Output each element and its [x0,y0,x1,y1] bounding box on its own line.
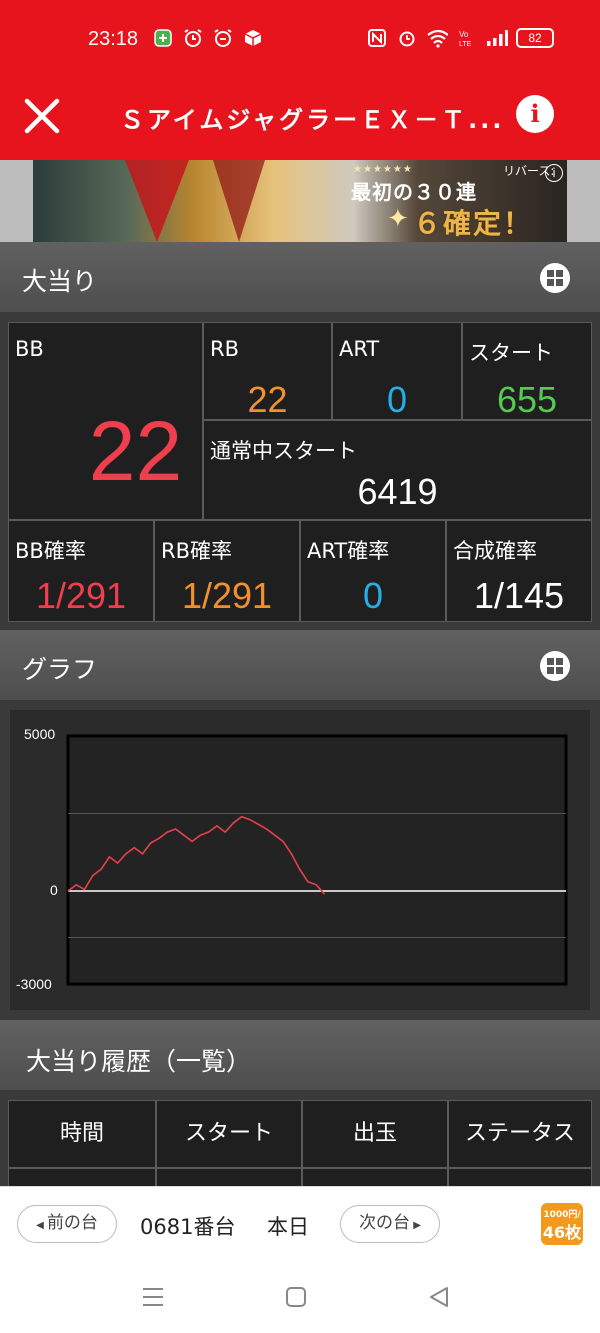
jackpot-header: 大当り [0,242,600,312]
next-machine-label: 次の台 [359,1213,411,1233]
art-prob-value: 0 [362,575,384,616]
combined-prob-label: 合成確率 [453,539,537,563]
graph-title: グラフ [22,655,98,684]
chevron-right-icon: ▶ [410,1220,421,1231]
nfc-icon [366,27,388,49]
rb-prob-value: 1/291 [181,575,273,616]
ad-banner[interactable]: ★★★★★★ リバース: i 最初の３０連 ✦ ６確定！ [33,160,567,242]
machine-number: 0681番台 [140,1215,236,1239]
rb-label: RB [210,337,239,361]
banner-decoration [213,160,265,242]
prev-machine-label: 前の台 [46,1213,98,1233]
grid-button[interactable] [540,263,570,293]
grid-icon [547,270,554,277]
normal-start-label: 通常中スタート [210,439,357,463]
start-count: 655 [496,379,558,420]
bb-cell: BB 22 [8,322,203,520]
art-label: ART [339,337,380,361]
sparkle-icon: ✦ [387,204,409,234]
system-icons: Vo LTE 82 [366,27,554,49]
home-icon[interactable] [285,1286,307,1308]
history-table: 時間 スタート 出玉 ステータス [0,1090,600,1198]
status-time: 23:18 [88,28,139,50]
bb-label: BB [15,337,44,361]
day-label: 本日 [267,1215,309,1239]
jackpot-title: 大当り [22,267,98,296]
rb-prob-cell: RB確率 1/291 [154,520,300,622]
banner-subline: ６確定！ [413,207,534,240]
history-header: 大当り履歴（一覧） [0,1020,600,1090]
normal-start-cell: 通常中スタート 6419 [203,420,592,520]
column-header-status[interactable]: ステータス [448,1100,592,1168]
graph-header: グラフ [0,630,600,700]
bb-prob-value: 1/291 [35,575,127,616]
battery-icon: 82 [516,28,554,48]
ad-banner-area: ★★★★★★ リバース: i 最初の３０連 ✦ ６確定！ [0,160,600,242]
bb-prob-label: BB確率 [15,539,86,563]
column-header-time[interactable]: 時間 [8,1100,156,1168]
normal-start-count: 6419 [357,471,438,512]
alarm-icon [212,27,234,49]
jackpot-stats: BB 22 RB 22 ART 0 スタート 655 通常中スタート 6419 … [0,312,600,630]
plot-frame [66,734,568,986]
app-bar: ＳアイムジャグラーＥＸ－Ｔ... i [0,80,600,160]
combined-prob-cell: 合成確率 1/145 [446,520,592,622]
info-icon: i [530,99,540,128]
history-title: 大当り履歴（一覧） [26,1047,252,1076]
ad-info-icon[interactable]: i [545,164,563,182]
start-cell: スタート 655 [462,322,592,420]
info-button[interactable]: i [516,95,554,133]
banner-decoration [125,160,189,242]
back-icon[interactable] [428,1286,450,1308]
menu-icon[interactable] [141,1286,165,1308]
art-prob-cell: ART確率 0 [300,520,446,622]
graph-panel: 5000 0 -3000 [10,710,590,1010]
close-button[interactable] [20,94,64,138]
grid-button[interactable] [540,651,570,681]
banner-headline: 最初の３０連 [351,180,477,204]
exchange-rate-badge[interactable]: 1000円/ 46枚 [541,1203,583,1245]
rb-count: 22 [247,379,288,420]
bb-prob-cell: BB確率 1/291 [8,520,154,622]
cube-icon [242,27,264,49]
svg-text:LTE: LTE [459,41,472,48]
start-label: スタート [469,341,553,365]
art-cell: ART 0 [332,322,462,420]
page-title: ＳアイムジャグラーＥＸ－Ｔ... [120,106,500,134]
rate-bottom: 46枚 [542,1223,582,1242]
art-prob-label: ART確率 [307,539,390,563]
system-navigation [0,1262,600,1333]
chevron-left-icon: ◀ [36,1220,47,1231]
notification-icons [152,27,264,49]
rb-cell: RB 22 [203,322,332,420]
signal-icon [486,27,508,49]
svg-text:Vo: Vo [459,30,469,39]
volte-icon: Vo LTE [456,27,478,49]
column-header-start[interactable]: スタート [156,1100,302,1168]
graph-area: 5000 0 -3000 [0,700,600,1020]
line-chart [66,734,568,986]
combined-prob-value: 1/145 [473,575,565,616]
wifi-icon [426,27,448,49]
grid-icon [547,658,554,665]
close-icon [24,98,60,134]
prev-machine-button[interactable]: ◀ 前の台 [17,1205,117,1243]
art-count: 0 [386,379,408,420]
banner-stars: ★★★★★★ [353,164,413,175]
alarm-icon [182,27,204,49]
machine-nav-bar: ◀ 前の台 0681番台 本日 次の台 ▶ 1000円/ 46枚 [0,1186,600,1262]
shield-icon [152,27,174,49]
alarm-icon [396,27,418,49]
rb-prob-label: RB確率 [161,539,232,563]
column-header-payout[interactable]: 出玉 [302,1100,448,1168]
next-machine-button[interactable]: 次の台 ▶ [340,1205,440,1243]
status-bar: 23:18 Vo LTE 82 [0,0,600,80]
